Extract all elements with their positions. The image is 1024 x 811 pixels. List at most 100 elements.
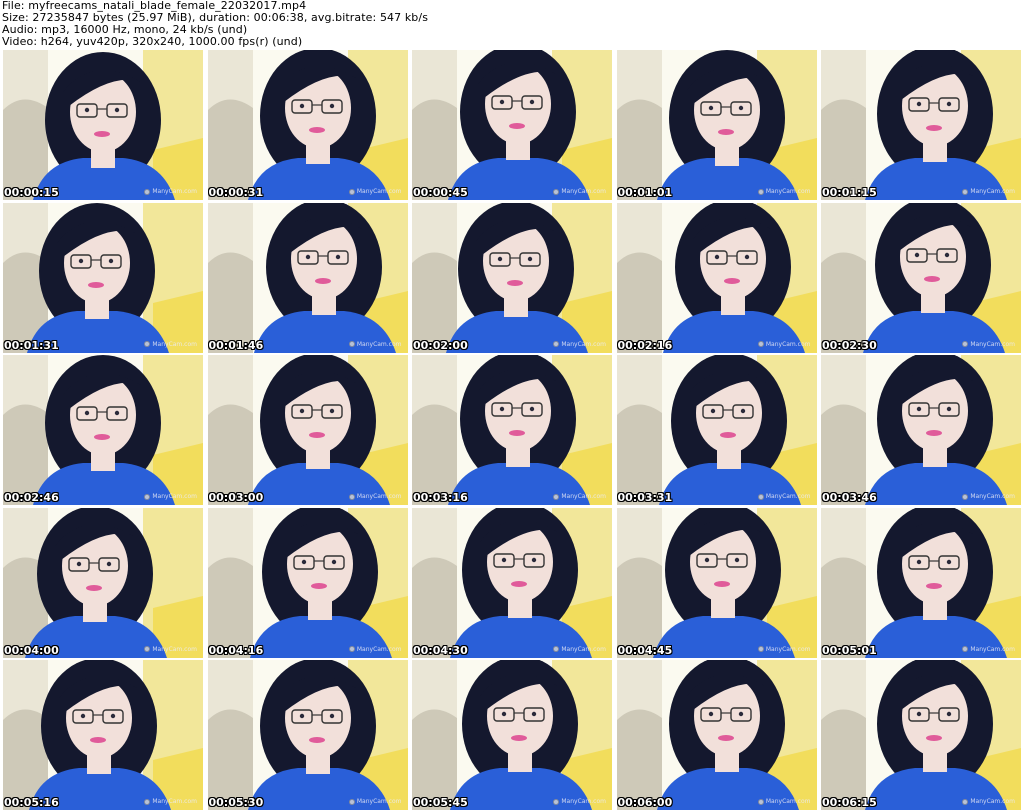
watermark-text: ManyCam.com — [152, 188, 197, 195]
watermark-text: ManyCam.com — [561, 798, 606, 805]
manycam-logo-icon — [348, 341, 355, 347]
manycam-watermark: ManyCam.com — [962, 341, 1015, 348]
manycam-watermark: ManyCam.com — [553, 646, 606, 653]
watermark-text: ManyCam.com — [356, 340, 402, 348]
manycam-logo-icon — [553, 798, 560, 805]
manycam-watermark: ManyCam.com — [144, 646, 197, 653]
manycam-logo-icon — [144, 798, 151, 805]
manycam-watermark: ManyCam.com — [144, 798, 197, 805]
thumbnail-frame-image — [821, 355, 1021, 505]
manycam-watermark: ManyCam.com — [757, 341, 811, 348]
video-info-line: Video: h264, yuv420p, 320x240, 1000.00 f… — [2, 35, 303, 48]
watermark-text: ManyCam.com — [765, 493, 811, 500]
manycam-watermark: ManyCam.com — [962, 798, 1015, 805]
thumbnail-timestamp: 00:04:30 — [413, 643, 468, 657]
thumbnail-timestamp: 00:00:31 — [208, 186, 264, 199]
manycam-watermark: ManyCam.com — [348, 188, 402, 195]
watermark-text: ManyCam.com — [152, 798, 197, 805]
thumbnail-timestamp: 00:02:00 — [413, 338, 468, 352]
thumbnail-frame-image — [207, 507, 408, 658]
thumbnail-timestamp: 00:05:30 — [208, 796, 264, 809]
watermark-text: ManyCam.com — [356, 645, 402, 653]
thumbnail-frame-image — [412, 507, 612, 658]
video-thumbnail: ManyCam.com 00:05:01 — [821, 507, 1021, 658]
thumbnail-frame-image — [3, 507, 203, 658]
thumbnail-timestamp: 00:05:45 — [413, 796, 468, 809]
thumbnail-timestamp: 00:05:01 — [822, 643, 877, 657]
manycam-logo-icon — [962, 798, 969, 805]
manycam-watermark: ManyCam.com — [553, 341, 606, 348]
manycam-watermark: ManyCam.com — [553, 493, 606, 500]
video-thumbnail: ManyCam.com 00:03:16 — [412, 355, 612, 505]
thumbnail-timestamp: 00:04:16 — [208, 643, 264, 657]
video-thumbnail: ManyCam.com 00:02:30 — [821, 202, 1021, 353]
watermark-text: ManyCam.com — [561, 493, 606, 500]
manycam-watermark: ManyCam.com — [962, 493, 1015, 500]
manycam-watermark: ManyCam.com — [962, 646, 1015, 653]
thumbnail-timestamp: 00:02:46 — [4, 491, 59, 504]
video-thumbnail: ManyCam.com 00:04:30 — [412, 507, 612, 658]
thumbnail-frame-image — [3, 355, 203, 505]
thumbnail-timestamp: 00:01:01 — [617, 186, 673, 199]
manycam-watermark: ManyCam.com — [553, 188, 606, 195]
thumbnail-frame-image — [412, 202, 612, 353]
thumbnail-timestamp: 00:03:46 — [822, 491, 877, 504]
watermark-text: ManyCam.com — [152, 340, 197, 348]
manycam-logo-icon — [962, 341, 969, 347]
thumbnail-frame-image — [3, 202, 203, 353]
manycam-logo-icon — [348, 646, 355, 652]
manycam-logo-icon — [553, 493, 560, 500]
manycam-watermark: ManyCam.com — [962, 188, 1015, 195]
thumbnail-timestamp: 00:02:16 — [617, 338, 673, 352]
thumbnail-timestamp: 00:00:15 — [4, 186, 59, 199]
video-thumbnail: ManyCam.com 00:03:46 — [821, 355, 1021, 505]
watermark-text: ManyCam.com — [152, 645, 197, 653]
thumbnail-timestamp: 00:05:16 — [4, 796, 59, 809]
watermark-text: ManyCam.com — [561, 188, 606, 195]
manycam-logo-icon — [757, 341, 764, 347]
watermark-text: ManyCam.com — [561, 340, 606, 348]
video-thumbnail: ManyCam.com 00:00:31 — [207, 50, 408, 200]
video-thumbnail: ManyCam.com 00:03:00 — [207, 355, 408, 505]
thumbnail-frame-image — [821, 202, 1021, 353]
thumbnail-frame-image — [821, 50, 1021, 200]
manycam-watermark: ManyCam.com — [757, 646, 811, 653]
video-thumbnail: ManyCam.com 00:01:15 — [821, 50, 1021, 200]
thumbnail-frame-image — [207, 50, 408, 200]
video-thumbnail: ManyCam.com 00:01:01 — [616, 50, 817, 200]
thumbnail-timestamp: 00:00:45 — [413, 186, 468, 199]
thumbnail-frame-image — [207, 660, 408, 810]
thumbnail-timestamp: 00:01:15 — [822, 186, 877, 199]
thumbnail-frame-image — [821, 660, 1021, 810]
manycam-watermark: ManyCam.com — [348, 340, 402, 348]
manycam-watermark: ManyCam.com — [348, 493, 402, 500]
manycam-logo-icon — [348, 188, 355, 195]
thumbnail-frame-image — [616, 50, 817, 200]
manycam-watermark: ManyCam.com — [757, 798, 811, 805]
file-info-header: File: myfreecams_natali_blade_female_220… — [2, 0, 1022, 48]
watermark-text: ManyCam.com — [970, 493, 1015, 500]
watermark-text: ManyCam.com — [152, 493, 197, 500]
manycam-watermark: ManyCam.com — [144, 341, 197, 348]
video-thumbnail: ManyCam.com 00:03:31 — [616, 355, 817, 505]
video-thumbnail: ManyCam.com 00:02:16 — [616, 202, 817, 353]
thumbnail-frame-image — [3, 50, 203, 200]
thumbnail-frame-image — [412, 50, 612, 200]
video-thumbnail: ManyCam.com 00:00:15 — [3, 50, 203, 200]
thumbnail-timestamp: 00:01:46 — [208, 338, 264, 352]
manycam-logo-icon — [757, 798, 764, 805]
watermark-text: ManyCam.com — [765, 798, 811, 805]
manycam-watermark: ManyCam.com — [757, 493, 811, 500]
watermark-text: ManyCam.com — [970, 645, 1015, 653]
watermark-text: ManyCam.com — [970, 188, 1015, 195]
thumbnail-timestamp: 00:06:15 — [822, 796, 877, 809]
video-thumbnail: ManyCam.com 00:04:00 — [3, 507, 203, 658]
manycam-logo-icon — [144, 188, 151, 195]
thumbnail-frame-image — [616, 355, 817, 505]
manycam-watermark: ManyCam.com — [144, 188, 197, 195]
thumbnail-timestamp: 00:02:30 — [822, 338, 877, 352]
thumbnail-frame-image — [412, 355, 612, 505]
manycam-watermark: ManyCam.com — [553, 798, 606, 805]
video-thumbnail: ManyCam.com 00:01:46 — [207, 202, 408, 353]
video-thumbnail: ManyCam.com 00:04:45 — [616, 507, 817, 658]
